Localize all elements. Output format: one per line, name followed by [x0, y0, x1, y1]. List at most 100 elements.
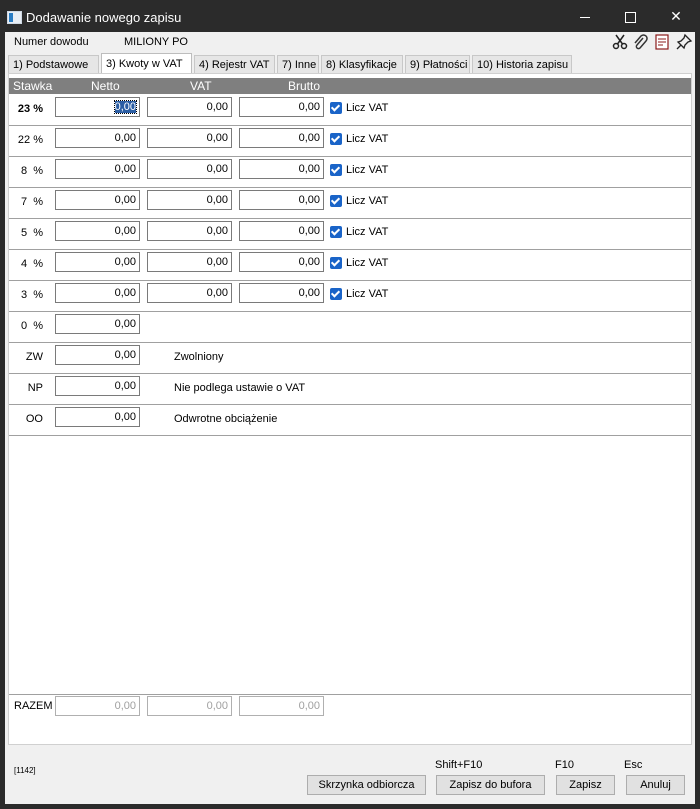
rate-label: 3 % [20, 289, 43, 301]
document-number-label: Numer dowodu [14, 36, 89, 48]
gross-field[interactable]: 0,00 [239, 97, 324, 117]
vat-field[interactable]: 0,00 [147, 128, 232, 148]
rate-description: Zwolniony [174, 351, 224, 363]
net-field[interactable]: 0,00 [55, 97, 140, 117]
save-button[interactable]: Zapisz [556, 775, 615, 795]
tab-rejestr-vat[interactable]: 4) Rejestr VAT [194, 55, 275, 73]
vat-row-np: NP 0,00 Nie podlega ustawie o VAT [9, 373, 691, 405]
tab-podstawowe[interactable]: 1) Podstawowe [8, 55, 99, 73]
gross-field[interactable]: 0,00 [239, 128, 324, 148]
calc-vat-checkbox[interactable] [330, 133, 342, 145]
rate-label: NP [27, 382, 43, 394]
calc-vat-label: Licz VAT [346, 133, 389, 145]
vat-row-8: 8 % 0,00 0,00 0,00 Licz VAT [9, 156, 691, 188]
app-icon [7, 11, 22, 24]
gross-field[interactable]: 0,00 [239, 221, 324, 241]
maximize-icon [624, 11, 636, 23]
document-icon[interactable] [653, 33, 671, 51]
rate-label: 22 % [17, 134, 43, 146]
vat-row-oo: OO 0,00 Odwrotne obciążenie [9, 404, 691, 436]
vat-row-0: 0 % 0,00 [9, 311, 691, 343]
shortcut-hint-cancel: Esc [624, 759, 643, 771]
vat-row-zw: ZW 0,00 Zwolniony [9, 342, 691, 374]
calc-vat-checkbox[interactable] [330, 195, 342, 207]
dialog-body: Numer dowodu MILIONY PO 1) Podstawowe 3)… [5, 32, 695, 804]
net-field[interactable]: 0,00 [55, 128, 140, 148]
vat-field[interactable]: 0,00 [147, 159, 232, 179]
tab-historia-zapisu[interactable]: 10) Historia zapisu [472, 55, 572, 73]
column-rate: Stawka [13, 79, 53, 93]
inbox-button[interactable]: Skrzynka odbiorcza [307, 775, 426, 795]
vat-field[interactable]: 0,00 [147, 221, 232, 241]
net-field[interactable]: 0,00 [55, 190, 140, 210]
vat-field[interactable]: 0,00 [147, 252, 232, 272]
window-title: Dodawanie nowego zapisu [26, 10, 182, 25]
scissors-icon[interactable] [611, 33, 629, 51]
shortcut-hint-buffer: Shift+F10 [435, 759, 483, 771]
rate-label: 5 % [20, 227, 43, 239]
tab-kwoty-w-vat[interactable]: 3) Kwoty w VAT [101, 53, 192, 73]
calc-vat-label: Licz VAT [346, 288, 389, 300]
net-field[interactable]: 0,00 [55, 252, 140, 272]
calc-vat-label: Licz VAT [346, 257, 389, 269]
vat-row-23: 23 % 0,00 0,00 0,00 Licz VAT [9, 94, 691, 126]
totals-row: RAZEM 0,00 0,00 0,00 [9, 694, 691, 723]
vat-row-3: 3 % 0,00 0,00 0,00 Licz VAT [9, 280, 691, 312]
gross-field[interactable]: 0,00 [239, 283, 324, 303]
window: Dodawanie nowego zapisu ✕ Numer dowodu M… [0, 0, 700, 809]
net-field[interactable]: 0,00 [55, 345, 140, 365]
calc-vat-label: Licz VAT [346, 226, 389, 238]
save-to-buffer-button[interactable]: Zapisz do bufora [436, 775, 545, 795]
gross-field[interactable]: 0,00 [239, 252, 324, 272]
vat-field[interactable]: 0,00 [147, 283, 232, 303]
tab-klasyfikacje[interactable]: 8) Klasyfikacje [321, 55, 403, 73]
vat-row-5: 5 % 0,00 0,00 0,00 Licz VAT [9, 218, 691, 250]
total-vat-field: 0,00 [147, 696, 232, 716]
pin-icon[interactable] [675, 33, 693, 51]
rate-label: OO [25, 413, 43, 425]
rate-label: 23 % [17, 103, 43, 115]
vat-field[interactable]: 0,00 [147, 97, 232, 117]
column-header: Stawka Netto VAT Brutto [9, 78, 691, 94]
net-field[interactable]: 0,00 [55, 221, 140, 241]
minimize-icon [580, 16, 590, 18]
paperclip-icon[interactable] [631, 33, 649, 51]
vat-field[interactable]: 0,00 [147, 190, 232, 210]
calc-vat-checkbox[interactable] [330, 226, 342, 238]
vat-row-4: 4 % 0,00 0,00 0,00 Licz VAT [9, 249, 691, 281]
column-vat: VAT [190, 79, 212, 93]
gross-field[interactable]: 0,00 [239, 190, 324, 210]
net-field[interactable]: 0,00 [55, 407, 140, 427]
tab-inne[interactable]: 7) Inne [277, 55, 319, 73]
rate-label: 7 % [20, 196, 43, 208]
rate-label: 4 % [20, 258, 43, 270]
net-field[interactable]: 0,00 [55, 283, 140, 303]
document-number-value: MILIONY PO [124, 36, 188, 48]
calc-vat-checkbox[interactable] [330, 164, 342, 176]
form-code: [1142] [14, 766, 36, 775]
maximize-button[interactable] [607, 0, 653, 32]
cancel-button[interactable]: Anuluj [626, 775, 685, 795]
net-field[interactable]: 0,00 [55, 159, 140, 179]
column-gross: Brutto [288, 79, 321, 93]
close-icon: ✕ [670, 8, 682, 24]
totals-label: RAZEM [14, 700, 53, 712]
net-field[interactable]: 0,00 [55, 314, 140, 334]
calc-vat-checkbox[interactable] [330, 102, 342, 114]
vat-row-7: 7 % 0,00 0,00 0,00 Licz VAT [9, 187, 691, 219]
rate-description: Odwrotne obciążenie [174, 413, 278, 425]
title-bar: Dodawanie nowego zapisu ✕ [0, 0, 700, 32]
calc-vat-label: Licz VAT [346, 164, 389, 176]
calc-vat-label: Licz VAT [346, 102, 389, 114]
tab-platnosci[interactable]: 9) Płatności [405, 55, 470, 73]
gross-field[interactable]: 0,00 [239, 159, 324, 179]
rate-label: 0 % [20, 320, 43, 332]
calc-vat-checkbox[interactable] [330, 288, 342, 300]
calc-vat-checkbox[interactable] [330, 257, 342, 269]
total-gross-field: 0,00 [239, 696, 324, 716]
minimize-button[interactable] [562, 0, 608, 32]
rate-label: 8 % [20, 165, 43, 177]
close-button[interactable]: ✕ [653, 0, 699, 32]
net-field[interactable]: 0,00 [55, 376, 140, 396]
total-net-field: 0,00 [55, 696, 140, 716]
